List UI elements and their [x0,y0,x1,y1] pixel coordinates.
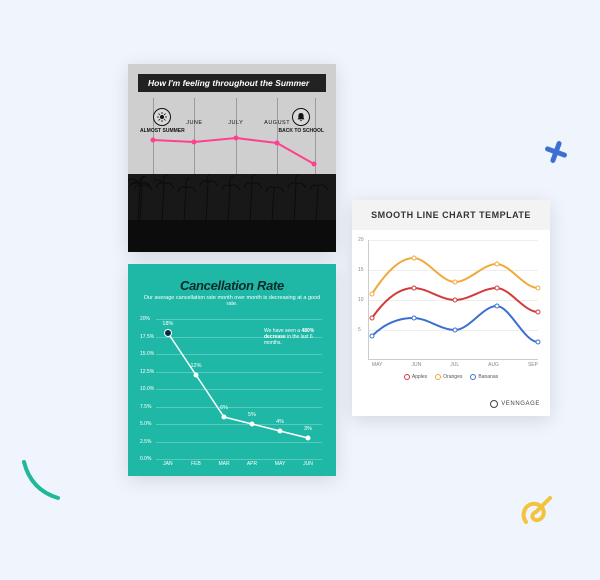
summer-feelings-card[interactable]: How I'm feeling throughout the Summer AL… [128,64,336,252]
data-point [305,436,310,441]
brand-ring-icon [490,400,498,408]
data-label: 3% [304,426,312,432]
data-point [278,429,283,434]
data-point [164,329,172,337]
y-tick: 15 [358,267,364,273]
y-tick: 5 [358,327,361,333]
y-tick: 20 [358,237,364,243]
squiggle-doodle-icon [516,492,556,528]
x-tick-row: MAY JUN JUL AUG SEP [372,362,538,368]
callout-annotation: We have seen a 480% decrease in the last… [264,328,322,346]
x-tick: JUN [303,461,313,467]
smooth-line-template-card[interactable]: SMOOTH LINE CHART TEMPLATE 20 15 10 5 [352,200,550,416]
data-label: 5% [248,412,256,418]
data-point [222,415,227,420]
data-label: 12% [190,363,201,369]
palm-silhouette [128,174,336,252]
plus-doodle-icon [544,140,568,164]
cancellation-rate-card[interactable]: Cancellation Rate Our average cancellati… [128,264,336,476]
brand-label: VENNGAGE [490,400,540,408]
data-label: 18% [162,321,173,327]
x-tick: JAN [163,461,172,467]
smooth-line-chart: 20 15 10 5 [372,240,538,360]
data-point [249,422,254,427]
card-subtitle: Our average cancellation rate month over… [140,295,324,307]
card-title: Cancellation Rate [140,278,324,293]
card-title: SMOOTH LINE CHART TEMPLATE [352,200,550,230]
x-tick: APR [247,461,257,467]
data-point [194,373,199,378]
data-label: 6% [220,405,228,411]
legend: Apples Oranges Bananas [352,374,550,380]
y-tick: 10 [358,297,364,303]
x-tick: MAR [219,461,230,467]
card-title: How I'm feeling throughout the Summer [138,74,326,92]
summer-chart: ALMOST SUMMER BACK TO SCHOOL JUNE JULY A… [138,98,326,178]
data-label: 4% [276,419,284,425]
x-tick: MAY [275,461,285,467]
curve-doodle-icon [18,458,62,502]
x-tick: FEB [191,461,201,467]
